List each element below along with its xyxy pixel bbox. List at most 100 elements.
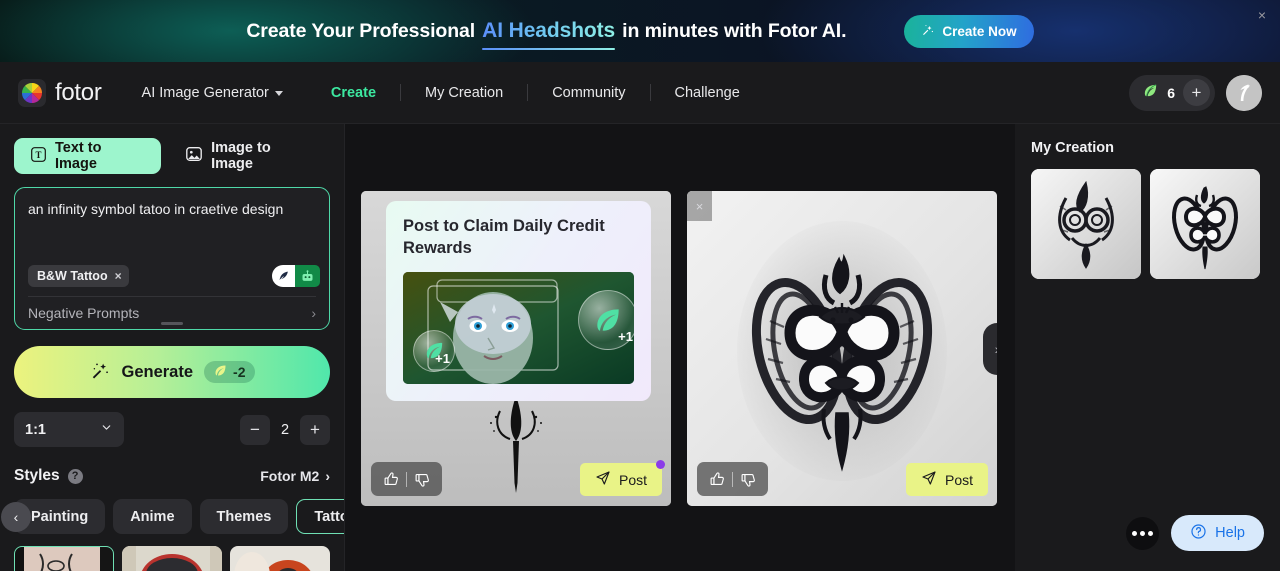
post-button-card-1[interactable]: Post: [579, 460, 665, 496]
create-now-label: Create Now: [942, 23, 1017, 39]
magic-wand-icon: [90, 360, 111, 384]
tab-image-to-image[interactable]: Image to Image: [169, 138, 330, 174]
generate-cost-value: -2: [233, 364, 246, 380]
prompt-box[interactable]: an infinity symbol tatoo in craetive des…: [14, 187, 330, 330]
creation-list: [1031, 169, 1264, 279]
send-icon: [595, 470, 611, 489]
fotor-logo[interactable]: fotor: [18, 78, 102, 107]
send-icon: [921, 470, 937, 489]
styles-title-group: Styles ?: [14, 467, 83, 485]
credits-count: 6: [1167, 84, 1175, 101]
styles-prev-arrow[interactable]: ‹: [1, 501, 31, 532]
feather-pen-icon[interactable]: [272, 265, 295, 287]
ai-robot-icon[interactable]: [295, 265, 320, 287]
fotor-logo-text: fotor: [55, 78, 102, 106]
promo-close-icon[interactable]: ×: [1254, 7, 1270, 23]
ai-assist-buttons: [272, 265, 320, 287]
mode-tabs: T Text to Image Image to Image: [14, 138, 330, 174]
my-creation-panel: My Creation Help: [1015, 124, 1280, 571]
nav-label-community: Community: [552, 84, 626, 101]
more-dots-icon[interactable]: [1126, 516, 1160, 550]
thumbs-up-icon[interactable]: [376, 464, 406, 494]
tab-image-to-image-label: Image to Image: [211, 140, 271, 172]
promo-text-after: in minutes with Fotor AI.: [622, 19, 847, 42]
generate-button[interactable]: Generate -2: [14, 346, 330, 398]
nav-label-ai-image-generator: AI Image Generator: [141, 84, 269, 101]
plus-one-badge-left: +1: [435, 350, 450, 366]
style-tag-close-icon[interactable]: ×: [115, 269, 122, 283]
promo-highlight-text: AI Headshots: [482, 19, 616, 50]
style-thumbnails: [14, 546, 330, 571]
style-pill-themes-label: Themes: [216, 508, 272, 525]
app-header: fotor AI Image Generator Create My Creat…: [0, 62, 1280, 124]
credits-badge[interactable]: 6 +: [1129, 74, 1215, 111]
create-now-button[interactable]: Create Now: [904, 14, 1034, 48]
promo-banner: Create Your Professional AI Headshots in…: [0, 0, 1280, 62]
nav-label-create: Create: [330, 84, 377, 101]
text-icon: T: [30, 146, 47, 167]
image-count-value: 2: [280, 421, 290, 438]
nav-item-my-creation[interactable]: My Creation: [401, 85, 527, 101]
prompt-tag-row: B&W Tattoo × 43/300: [28, 265, 320, 296]
aspect-ratio-value: 1:1: [25, 421, 46, 438]
left-control-panel: T Text to Image Image to Image an infini…: [0, 124, 345, 571]
main-nav: AI Image Generator Create My Creation Co…: [142, 84, 764, 101]
decrement-button[interactable]: −: [240, 414, 270, 445]
add-credits-button[interactable]: +: [1183, 79, 1210, 106]
creation-thumb-1[interactable]: [1031, 169, 1141, 279]
promo-overlay: Post to Claim Daily Credit Rewards +1 +1: [386, 201, 651, 401]
help-circle-icon[interactable]: ?: [67, 468, 83, 484]
style-thumb-3[interactable]: [230, 546, 330, 571]
help-button[interactable]: Help: [1171, 515, 1264, 551]
style-pill-tattoo-label: Tattoo: [314, 508, 344, 525]
thumbs-down-icon[interactable]: [407, 464, 437, 494]
nav-item-community[interactable]: Community: [528, 85, 649, 101]
header-actions: 6 +: [1129, 74, 1262, 111]
result-card[interactable]: × Post: [687, 191, 997, 506]
thumbs-down-icon[interactable]: [733, 464, 763, 494]
creation-thumb-2[interactable]: [1150, 169, 1260, 279]
question-circle-icon: [1190, 523, 1207, 544]
styles-title: Styles: [14, 467, 60, 484]
nav-item-create[interactable]: Create: [307, 85, 400, 101]
image-count-stepper: − 2 +: [240, 414, 330, 445]
promo-card[interactable]: Post to Claim Daily Credit Rewards +1 +1…: [361, 191, 671, 506]
style-pill-anime-label: Anime: [130, 508, 175, 525]
thumbs-up-icon[interactable]: [702, 464, 732, 494]
nav-label-challenge: Challenge: [674, 84, 740, 101]
style-tag[interactable]: B&W Tattoo ×: [28, 265, 129, 287]
fotor-logo-icon: [18, 78, 46, 107]
body-row: T Text to Image Image to Image an infini…: [0, 124, 1280, 571]
style-pill-themes[interactable]: Themes: [199, 499, 289, 534]
card-1-feedback-actions: [371, 462, 442, 496]
ratio-and-count-row: 1:1 − 2 +: [14, 412, 330, 447]
model-name: Fotor M2: [260, 468, 320, 484]
canvas-area: Post to Claim Daily Credit Rewards +1 +1…: [345, 124, 1015, 571]
prompt-input[interactable]: an infinity symbol tatoo in craetive des…: [28, 200, 316, 219]
dot-2: [1140, 530, 1146, 536]
tab-text-to-image-label: Text to Image: [55, 140, 102, 172]
style-pill-painting-label: Painting: [31, 508, 89, 525]
dot-3: [1148, 530, 1154, 536]
style-pill-tattoo[interactable]: Tattoo: [296, 499, 344, 534]
style-pill-anime[interactable]: Anime: [113, 499, 192, 534]
credit-bubble-left: +1: [413, 329, 455, 372]
plus-one-badge-right: +1: [618, 328, 633, 344]
nav-item-challenge[interactable]: Challenge: [651, 85, 764, 101]
avatar[interactable]: [1226, 74, 1262, 111]
model-selector[interactable]: Fotor M2 ›: [260, 468, 330, 484]
style-thumb-1[interactable]: [14, 546, 114, 571]
resize-handle[interactable]: [161, 322, 183, 325]
style-thumb-2[interactable]: [122, 546, 222, 571]
next-card-arrow[interactable]: ›: [983, 322, 997, 375]
nav-item-ai-image-generator[interactable]: AI Image Generator: [142, 85, 307, 101]
chevron-right-icon: ›: [311, 305, 316, 321]
post-notification-dot: [656, 460, 665, 469]
increment-button[interactable]: +: [300, 414, 330, 445]
tab-text-to-image[interactable]: T Text to Image: [14, 138, 162, 174]
post-button-card-2[interactable]: Post: [905, 463, 988, 496]
promo-overlay-image: +1 +1: [403, 271, 634, 384]
aspect-ratio-select[interactable]: 1:1: [14, 412, 124, 447]
card-close-icon[interactable]: ×: [687, 191, 712, 221]
styles-header-row: Styles ? Fotor M2 ›: [14, 467, 330, 485]
